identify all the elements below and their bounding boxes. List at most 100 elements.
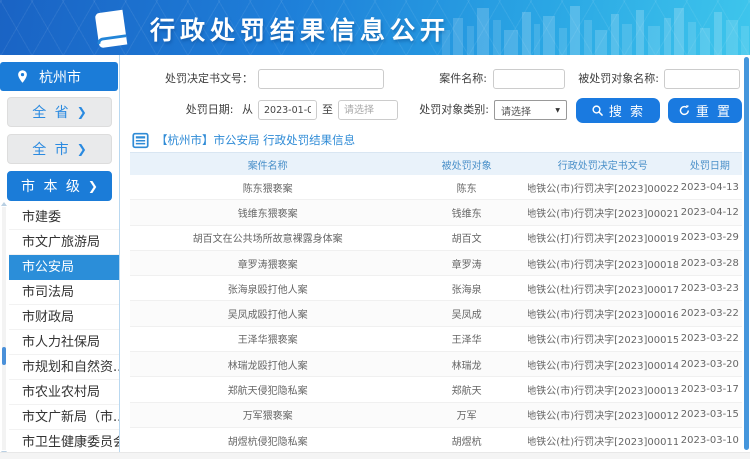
table-cell: 杭地铁公(打)行罚决字[2023]00019号 bbox=[528, 226, 678, 250]
table-cell: 2023-03-22 bbox=[678, 301, 742, 325]
sidebar-department-item[interactable]: 市公安局 bbox=[9, 255, 119, 280]
table-cell: 张海泉 bbox=[405, 276, 527, 300]
table-row: 钱维东猥亵案钱维东杭地铁公(市)行罚决字[2023]00021号2023-04-… bbox=[130, 200, 742, 225]
table-cell: 郑航天侵犯隐私案 bbox=[130, 377, 405, 401]
chevron-down-icon: ▼ bbox=[555, 107, 560, 114]
department-list: 市建委市文广旅游局市公安局市司法局市财政局市人力社保局市规划和自然资...市农业… bbox=[0, 205, 119, 452]
case-name-label: 案件名称: bbox=[421, 69, 487, 89]
scope-button-label: 全 市 bbox=[32, 139, 70, 159]
table-cell: 胡煜杭 bbox=[405, 428, 527, 452]
table-cell: 胡煜杭侵犯隐私案 bbox=[130, 428, 405, 452]
results-table: 案件名称 被处罚对象 行政处罚决定书文号 处罚日期 陈东猥亵案陈东杭地铁公(市)… bbox=[130, 152, 742, 452]
table-cell: 章罗涛猥亵案 bbox=[130, 251, 405, 275]
table-row: 章罗涛猥亵案章罗涛杭地铁公(市)行罚决字[2023]00018号2023-03-… bbox=[130, 251, 742, 276]
sidebar-department-item[interactable]: 市规划和自然资... bbox=[9, 355, 119, 380]
category-select[interactable]: 请选择 ▼ bbox=[494, 100, 567, 120]
table-cell: 2023-03-17 bbox=[678, 377, 742, 401]
table-row: 胡煜杭侵犯隐私案胡煜杭杭地铁公(杜)行罚决字[2023]00011号2023-0… bbox=[130, 428, 742, 452]
search-icon bbox=[591, 104, 604, 117]
table-cell: 王泽华猥亵案 bbox=[130, 327, 405, 351]
reset-button[interactable]: 重 置 bbox=[668, 98, 742, 123]
column-header-target: 被处罚对象 bbox=[405, 153, 527, 175]
table-cell: 2023-03-15 bbox=[678, 403, 742, 427]
doc-no-input[interactable] bbox=[258, 69, 384, 89]
sidebar-department-item[interactable]: 市财政局 bbox=[9, 305, 119, 330]
table-cell: 王泽华 bbox=[405, 327, 527, 351]
chevron-right-icon: ❯ bbox=[77, 142, 87, 156]
table-row: 张海泉殴打他人案张海泉杭地铁公(杜)行罚决字[2023]00017号2023-0… bbox=[130, 276, 742, 301]
table-cell: 杭地铁公(市)行罚决字[2023]00013号 bbox=[528, 377, 678, 401]
table-cell: 杭地铁公(市)行罚决字[2023]00014号 bbox=[528, 352, 678, 376]
list-document-icon bbox=[132, 132, 149, 149]
chevron-right-icon: ❯ bbox=[88, 179, 98, 193]
book-icon bbox=[83, 5, 138, 54]
breadcrumb: 【杭州市】市公安局 行政处罚结果信息 bbox=[132, 130, 355, 150]
table-cell: 2023-04-13 bbox=[678, 175, 742, 199]
horizontal-scrollbar[interactable] bbox=[0, 452, 750, 459]
table-cell: 杭地铁公(市)行罚决字[2023]00016号 bbox=[528, 301, 678, 325]
scroll-up-arrow-icon[interactable] bbox=[1, 202, 7, 206]
date-from-input[interactable] bbox=[258, 100, 317, 120]
table-row: 林瑞龙殴打他人案林瑞龙杭地铁公(市)行罚决字[2023]00014号2023-0… bbox=[130, 352, 742, 377]
table-cell: 钱维东 bbox=[405, 200, 527, 224]
sidebar-department-item[interactable]: 市司法局 bbox=[9, 280, 119, 305]
sidebar-department-item[interactable]: 市卫生健康委员会 bbox=[9, 430, 119, 452]
table-cell: 2023-04-12 bbox=[678, 200, 742, 224]
sidebar-scrollbar-thumb[interactable] bbox=[2, 347, 6, 365]
sidebar-scrollbar[interactable] bbox=[2, 207, 6, 450]
city-tab[interactable]: 杭州市 bbox=[0, 62, 118, 91]
table-cell: 2023-03-29 bbox=[678, 226, 742, 250]
sidebar-department-item[interactable]: 市文广旅游局 bbox=[9, 230, 119, 255]
table-cell: 林瑞龙 bbox=[405, 352, 527, 376]
table-row: 王泽华猥亵案王泽华杭地铁公(市)行罚决字[2023]00015号2023-03-… bbox=[130, 327, 742, 352]
table-cell: 万军 bbox=[405, 403, 527, 427]
table-cell: 2023-03-23 bbox=[678, 276, 742, 300]
table-cell: 杭地铁公(市)行罚决字[2023]00022号 bbox=[528, 175, 678, 199]
table-row: 胡百文在公共场所故意裸露身体案胡百文杭地铁公(打)行罚决字[2023]00019… bbox=[130, 226, 742, 251]
table-cell: 2023-03-20 bbox=[678, 352, 742, 376]
table-row: 万军猥亵案万军杭地铁公(市)行罚决字[2023]00012号2023-03-15 bbox=[130, 403, 742, 428]
case-name-input[interactable] bbox=[493, 69, 565, 89]
sidebar-department-item[interactable]: 市文广新局（市... bbox=[9, 405, 119, 430]
sidebar-department-item[interactable]: 市人力社保局 bbox=[9, 330, 119, 355]
category-label: 处罚对象类别: bbox=[411, 100, 489, 120]
page-title: 行政处罚结果信息公开 bbox=[150, 11, 450, 47]
table-header: 案件名称 被处罚对象 行政处罚决定书文号 处罚日期 bbox=[130, 153, 742, 175]
search-button[interactable]: 搜 索 bbox=[576, 98, 660, 123]
table-cell: 杭地铁公(市)行罚决字[2023]00012号 bbox=[528, 403, 678, 427]
target-name-input[interactable] bbox=[664, 69, 740, 89]
scope-button-province[interactable]: 全 省 ❯ bbox=[7, 97, 112, 127]
table-cell: 钱维东猥亵案 bbox=[130, 200, 405, 224]
sidebar: 杭州市 全 省 ❯ 全 市 ❯ 市 本 级 ❯ 市建委市文广旅游局市公安局市司法… bbox=[0, 55, 120, 452]
table-cell: 2023-03-10 bbox=[678, 428, 742, 452]
location-pin-icon bbox=[15, 69, 30, 84]
page-banner: 行政处罚结果信息公开 bbox=[0, 0, 750, 55]
table-cell: 杭地铁公(市)行罚决字[2023]00015号 bbox=[528, 327, 678, 351]
column-header-case-name: 案件名称 bbox=[130, 153, 405, 175]
table-cell: 郑航天 bbox=[405, 377, 527, 401]
city-name: 杭州市 bbox=[39, 67, 81, 87]
table-row: 郑航天侵犯隐私案郑航天杭地铁公(市)行罚决字[2023]00013号2023-0… bbox=[130, 377, 742, 402]
scope-button-label: 全 省 bbox=[32, 102, 70, 122]
reset-icon bbox=[678, 104, 691, 117]
date-to-input[interactable] bbox=[338, 100, 398, 120]
scope-button-city[interactable]: 全 市 ❯ bbox=[7, 134, 112, 164]
content-scrollbar[interactable] bbox=[744, 57, 749, 450]
column-header-date: 处罚日期 bbox=[678, 153, 742, 175]
doc-no-label: 处罚决定书文号： bbox=[137, 69, 253, 89]
sidebar-department-item[interactable]: 市农业农村局 bbox=[9, 380, 119, 405]
sidebar-department-item[interactable]: 市建委 bbox=[9, 205, 119, 230]
scope-button-label: 市 本 级 bbox=[21, 176, 82, 196]
penalty-date-label-text: 处罚日期: bbox=[186, 103, 234, 116]
scope-button-municipal[interactable]: 市 本 级 ❯ bbox=[7, 171, 112, 201]
table-cell: 2023-03-22 bbox=[678, 327, 742, 351]
main-content: 处罚决定书文号： 案件名称: 被处罚对象名称: 处罚日期: 从 至 处罚对象类别… bbox=[121, 55, 750, 452]
page: 行政处罚结果信息公开 bbox=[0, 0, 750, 459]
date-between-label: 至 bbox=[321, 100, 334, 120]
table-cell: 胡百文在公共场所故意裸露身体案 bbox=[130, 226, 405, 250]
reset-button-label: 重 置 bbox=[696, 101, 732, 120]
date-from-prefix: 从 bbox=[242, 103, 253, 116]
table-cell: 杭地铁公(杜)行罚决字[2023]00011号 bbox=[528, 428, 678, 452]
penalty-date-label: 处罚日期: 从 bbox=[137, 100, 253, 120]
table-cell: 张海泉殴打他人案 bbox=[130, 276, 405, 300]
